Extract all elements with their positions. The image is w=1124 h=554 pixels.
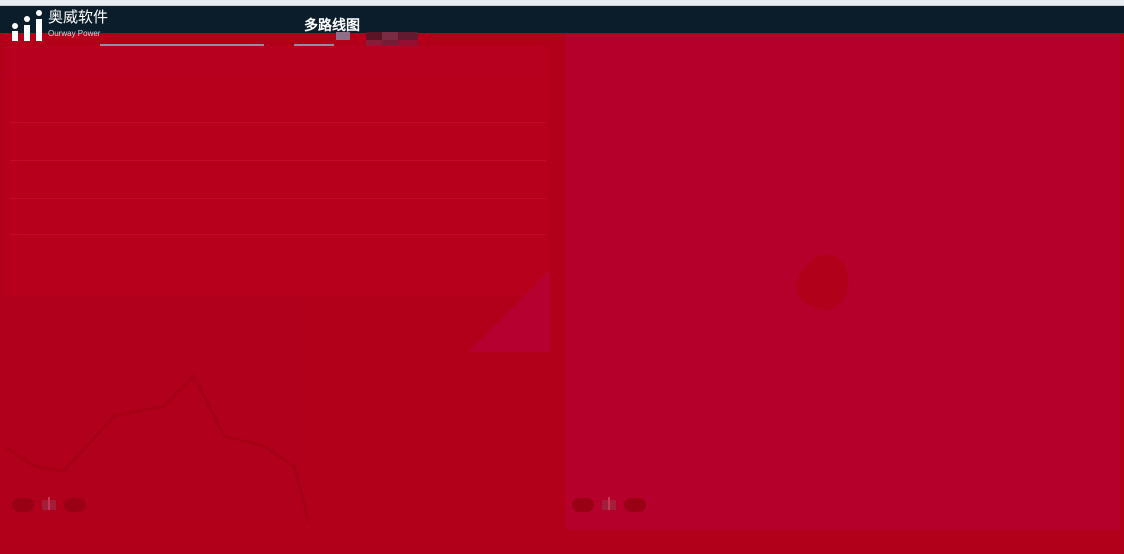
table-row[interactable]: [10, 198, 546, 235]
map-badge-right-2: [624, 498, 646, 512]
map-badge-left: [12, 498, 34, 512]
brand-logo[interactable]: 奥威软件 Ourway Power: [10, 7, 120, 47]
table-row[interactable]: [10, 124, 546, 161]
map-badge-right: [572, 498, 594, 512]
horizontal-scrollbar[interactable]: [0, 542, 1124, 554]
route-map-right: [796, 254, 849, 310]
table-row[interactable]: [10, 86, 546, 123]
right-map-panel: [566, 34, 1120, 530]
gift-icon[interactable]: [40, 494, 58, 512]
logo-name: 奥威软件: [48, 8, 109, 26]
decorative-triangle: [468, 270, 550, 352]
app-header: 奥威软件 Ourway Power 多路线图: [0, 6, 1124, 41]
table-row[interactable]: [10, 162, 546, 199]
bar-people-icon: [12, 10, 42, 41]
route-line-left: [4, 373, 310, 522]
left-map-panel: [4, 296, 310, 522]
data-table: [10, 52, 546, 235]
map-badge-left-2: [64, 498, 86, 512]
gift-icon[interactable]: [600, 494, 618, 512]
logo-subtitle: Ourway Power: [48, 29, 101, 38]
